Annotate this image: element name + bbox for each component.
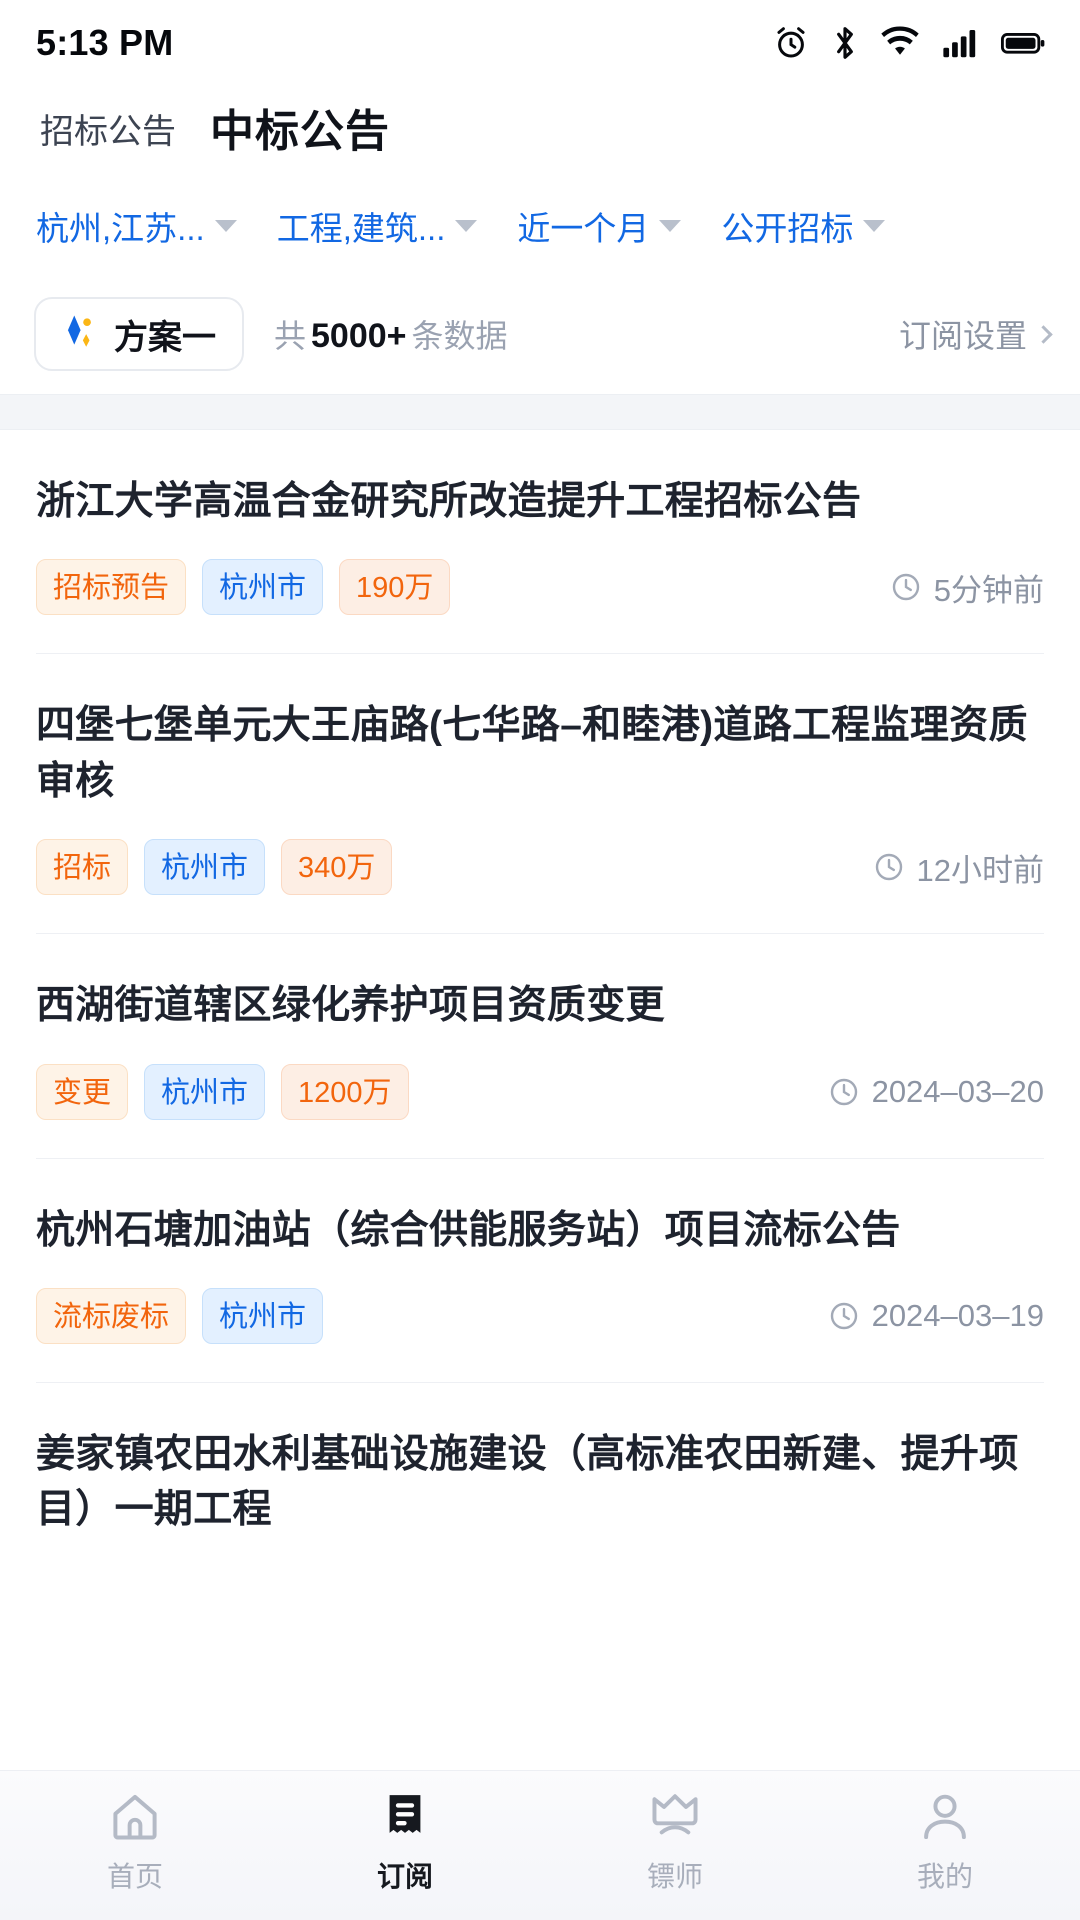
- bluetooth-icon: [830, 24, 860, 62]
- wifi-icon: [880, 24, 920, 62]
- region-badge: 杭州市: [202, 559, 324, 616]
- tab-label: 中标公告: [210, 107, 390, 156]
- tab-zhongbiao-gonggao[interactable]: 中标公告: [196, 104, 408, 162]
- status-bar: 5:13 PM: [0, 0, 1080, 86]
- amount-badge: 1200万: [281, 1063, 409, 1120]
- list-item[interactable]: 四堡七堡单元大王庙路(七华路–和睦港)道路工程监理资质审核 招标 杭州市 340…: [36, 654, 1044, 935]
- item-timestamp: 2024–03–19: [828, 1298, 1044, 1334]
- tag-group: 变更 杭州市 1200万: [36, 1063, 409, 1120]
- tab-zhaobiao-gonggao[interactable]: 招标公告: [36, 109, 180, 155]
- filter-label: 工程,建筑...: [276, 210, 446, 247]
- item-timestamp: 12小时前: [873, 845, 1044, 890]
- region-badge: 杭州市: [144, 1063, 266, 1120]
- count-prefix: 共: [274, 318, 307, 354]
- item-meta: 招标预告 杭州市 190万 5分钟前: [36, 559, 1044, 616]
- tab-label: 招标公告: [40, 113, 176, 151]
- plan-selector-button[interactable]: 方案一: [34, 297, 244, 371]
- home-icon: [107, 1789, 163, 1845]
- app-screen: 5:13 PM 招标公告 中标公告 杭州,江苏... 工程,建筑... 近一个月…: [0, 0, 1080, 1920]
- diamond-sparkle-icon: [58, 311, 100, 358]
- count-suffix: 条数据: [411, 318, 508, 354]
- item-title: 四堡七堡单元大王庙路(七华路–和睦港)道路工程监理资质审核: [36, 704, 1028, 803]
- nav-tab-profile[interactable]: 我的: [810, 1789, 1080, 1895]
- list-item[interactable]: 西湖街道辖区绿化养护项目资质变更 变更 杭州市 1200万 2024–03–20: [36, 934, 1044, 1159]
- item-title: 杭州石塘加油站（综合供能服务站）项目流标公告: [36, 1208, 901, 1252]
- chevron-down-icon: [659, 220, 682, 232]
- tag-group: 招标 杭州市 340万: [36, 839, 393, 896]
- subscription-settings-button[interactable]: 订阅设置: [898, 311, 1053, 357]
- filter-label: 杭州,江苏...: [36, 210, 205, 247]
- clock-icon: [873, 851, 905, 883]
- item-timestamp: 2024–03–20: [828, 1074, 1044, 1110]
- item-title: 西湖街道辖区绿化养护项目资质变更: [36, 984, 665, 1028]
- item-time-label: 2024–03–20: [871, 1073, 1044, 1109]
- section-tabs: 招标公告 中标公告: [0, 86, 1080, 178]
- status-icon-group: [772, 24, 1046, 62]
- filter-industry[interactable]: 工程,建筑...: [277, 202, 488, 250]
- announcement-list[interactable]: 浙江大学高温合金研究所改造提升工程招标公告 招标预告 杭州市 190万 5分钟前: [0, 430, 1080, 1920]
- nav-label: 镖师: [646, 1861, 703, 1892]
- filter-bidtype[interactable]: 公开招标: [721, 202, 895, 250]
- plan-label: 方案一: [114, 318, 216, 357]
- nav-label: 订阅: [376, 1861, 433, 1892]
- amount-badge: 190万: [339, 559, 451, 616]
- result-count: 共 5000+ 条数据: [274, 311, 508, 357]
- list-item[interactable]: 杭州石塘加油站（综合供能服务站）项目流标公告 流标废标 杭州市 2024–03–…: [36, 1159, 1044, 1383]
- count-value: 5000+: [311, 317, 407, 355]
- bottom-navigation: 首页 订阅 镖师 我的: [0, 1770, 1080, 1920]
- region-badge: 杭州市: [144, 839, 266, 896]
- chevron-down-icon: [863, 220, 886, 232]
- document-list-icon: [377, 1789, 433, 1845]
- chevron-right-icon: [1034, 324, 1053, 344]
- item-title: 浙江大学高温合金研究所改造提升工程招标公告: [36, 480, 862, 523]
- clock-icon: [828, 1300, 860, 1332]
- status-badge: 招标: [36, 839, 129, 896]
- chevron-down-icon: [455, 220, 478, 232]
- status-badge: 变更: [36, 1063, 129, 1120]
- alarm-icon: [772, 24, 810, 62]
- status-badge: 招标预告: [36, 559, 187, 616]
- item-meta: 招标 杭州市 340万 12小时前: [36, 839, 1044, 896]
- tag-group: 招标预告 杭州市 190万: [36, 559, 451, 616]
- nav-label: 我的: [916, 1861, 973, 1892]
- filter-region[interactable]: 杭州,江苏...: [36, 202, 247, 250]
- item-time-label: 5分钟前: [933, 572, 1044, 608]
- crown-icon: [647, 1789, 703, 1845]
- chevron-down-icon: [214, 220, 237, 232]
- cellular-signal-icon: [940, 24, 980, 62]
- clock-icon: [828, 1076, 860, 1108]
- nav-tab-home[interactable]: 首页: [0, 1789, 270, 1895]
- subscription-bar: 方案一 共 5000+ 条数据 订阅设置: [0, 274, 1080, 394]
- item-timestamp: 5分钟前: [890, 565, 1044, 610]
- nav-tab-biaoshi[interactable]: 镖师: [540, 1789, 810, 1895]
- status-badge: 流标废标: [36, 1287, 187, 1344]
- status-time: 5:13 PM: [36, 22, 174, 63]
- item-meta: 流标废标 杭州市 2024–03–19: [36, 1287, 1044, 1344]
- amount-badge: 340万: [281, 839, 393, 896]
- filter-timerange[interactable]: 近一个月: [517, 202, 691, 250]
- filter-label: 公开招标: [721, 210, 854, 247]
- nav-label: 首页: [106, 1861, 163, 1892]
- battery-icon: [1000, 24, 1046, 62]
- list-item[interactable]: 浙江大学高温合金研究所改造提升工程招标公告 招标预告 杭州市 190万 5分钟前: [36, 430, 1044, 655]
- filter-label: 近一个月: [517, 210, 650, 247]
- clock-icon: [890, 571, 922, 603]
- list-item[interactable]: 姜家镇农田水利基础设施建设（高标准农田新建、提升项目）一期工程: [36, 1383, 1044, 1576]
- filter-bar: 杭州,江苏... 工程,建筑... 近一个月 公开招标: [0, 178, 1080, 274]
- person-icon: [917, 1789, 973, 1845]
- item-time-label: 12小时前: [916, 852, 1044, 888]
- section-divider-band: [0, 394, 1080, 430]
- item-title: 姜家镇农田水利基础设施建设（高标准农田新建、提升项目）一期工程: [36, 1432, 1019, 1532]
- region-badge: 杭州市: [202, 1287, 324, 1344]
- item-meta: 变更 杭州市 1200万 2024–03–20: [36, 1063, 1044, 1120]
- tag-group: 流标废标 杭州市: [36, 1287, 324, 1344]
- nav-tab-subscriptions[interactable]: 订阅: [270, 1789, 540, 1895]
- subscription-settings-label: 订阅设置: [898, 318, 1027, 354]
- item-time-label: 2024–03–19: [871, 1297, 1044, 1333]
